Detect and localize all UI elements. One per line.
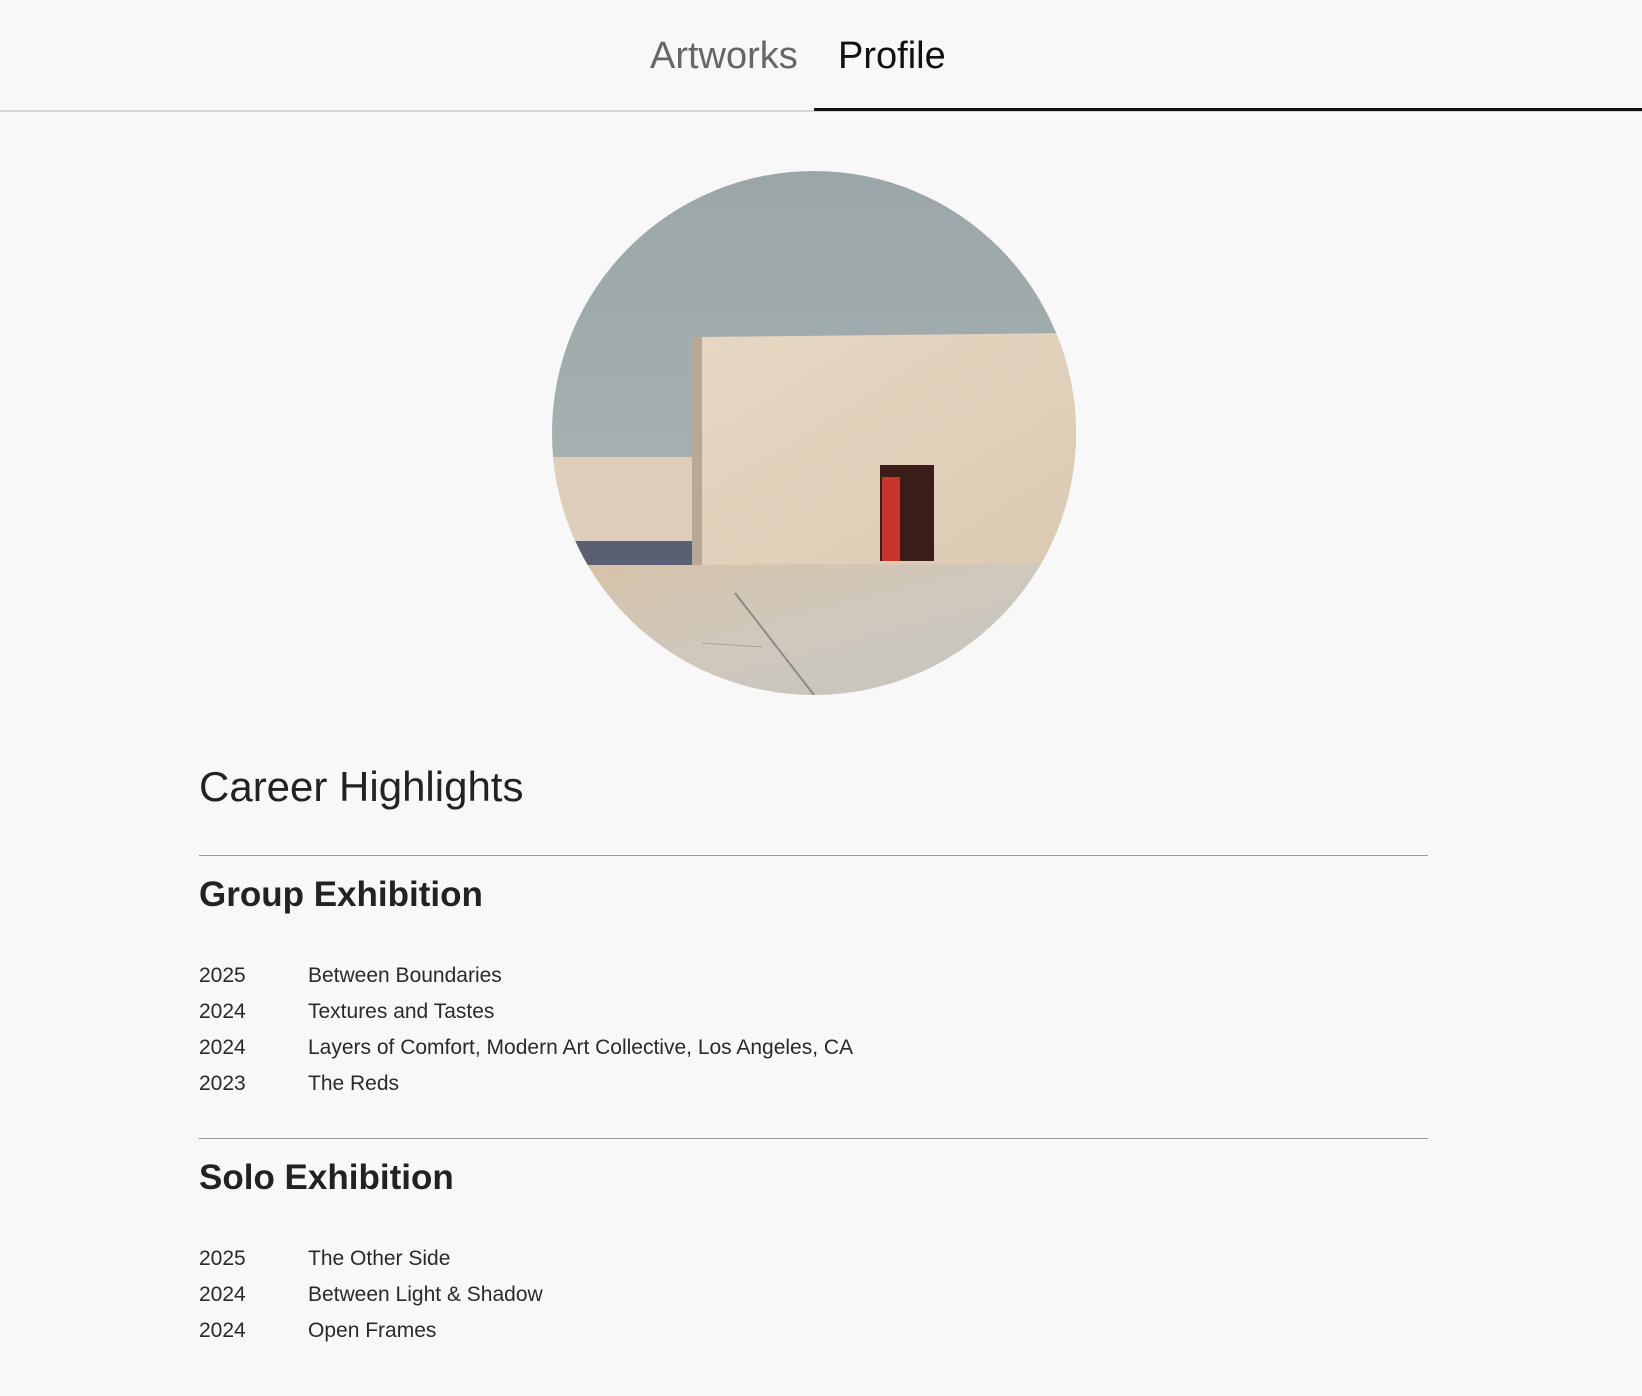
exhibition-title: Layers of Comfort, Modern Art Collective… [308,1036,854,1059]
list-item: 2024 Between Light & Shadow [199,1277,543,1313]
exhibition-year: 2024 [199,1000,246,1023]
exhibition-title: Between Boundaries [308,964,502,987]
tab-artworks[interactable]: Artworks [650,34,798,78]
group-exhibition-title: Group Exhibition [199,875,483,914]
exhibition-title: Open Frames [308,1319,437,1342]
exhibition-year: 2024 [199,1283,246,1306]
page-title: Career Highlights [199,763,524,810]
exhibition-title: Between Light & Shadow [308,1283,543,1306]
exhibition-title: The Reds [308,1072,400,1095]
exhibition-year: 2024 [199,1319,246,1342]
exhibition-year: 2024 [199,1036,246,1059]
section-divider [199,855,1428,856]
exhibition-year: 2025 [199,964,246,987]
list-item: 2024 Open Frames [199,1313,543,1349]
exhibition-year: 2025 [199,1247,246,1270]
exhibition-title: Textures and Tastes [308,1000,495,1023]
list-item: 2024 Textures and Tastes [199,994,853,1030]
door [882,477,900,561]
avatar-painting [552,171,1076,695]
solo-exhibition-list: 2025 The Other Side 2024 Between Light & S… [199,1241,543,1349]
exhibition-title: The Other Side [308,1247,451,1270]
exhibition-year: 2023 [199,1072,246,1095]
list-item: 2023 The Reds [199,1066,853,1102]
tab-bar: Artworks Profile [0,0,1642,112]
tab-profile[interactable]: Profile [838,34,946,78]
group-exhibition-list: 2025 Between Boundaries 2024 Textures and … [199,958,853,1102]
list-item: 2024 Layers of Comfort, Modern Art Collec… [199,1030,853,1066]
profile-avatar [552,171,1076,695]
solo-exhibition-title: Solo Exhibition [199,1158,454,1197]
list-item: 2025 The Other Side [199,1241,543,1277]
section-divider [199,1138,1428,1139]
list-item: 2025 Between Boundaries [199,958,853,994]
active-tab-indicator [814,108,1642,111]
